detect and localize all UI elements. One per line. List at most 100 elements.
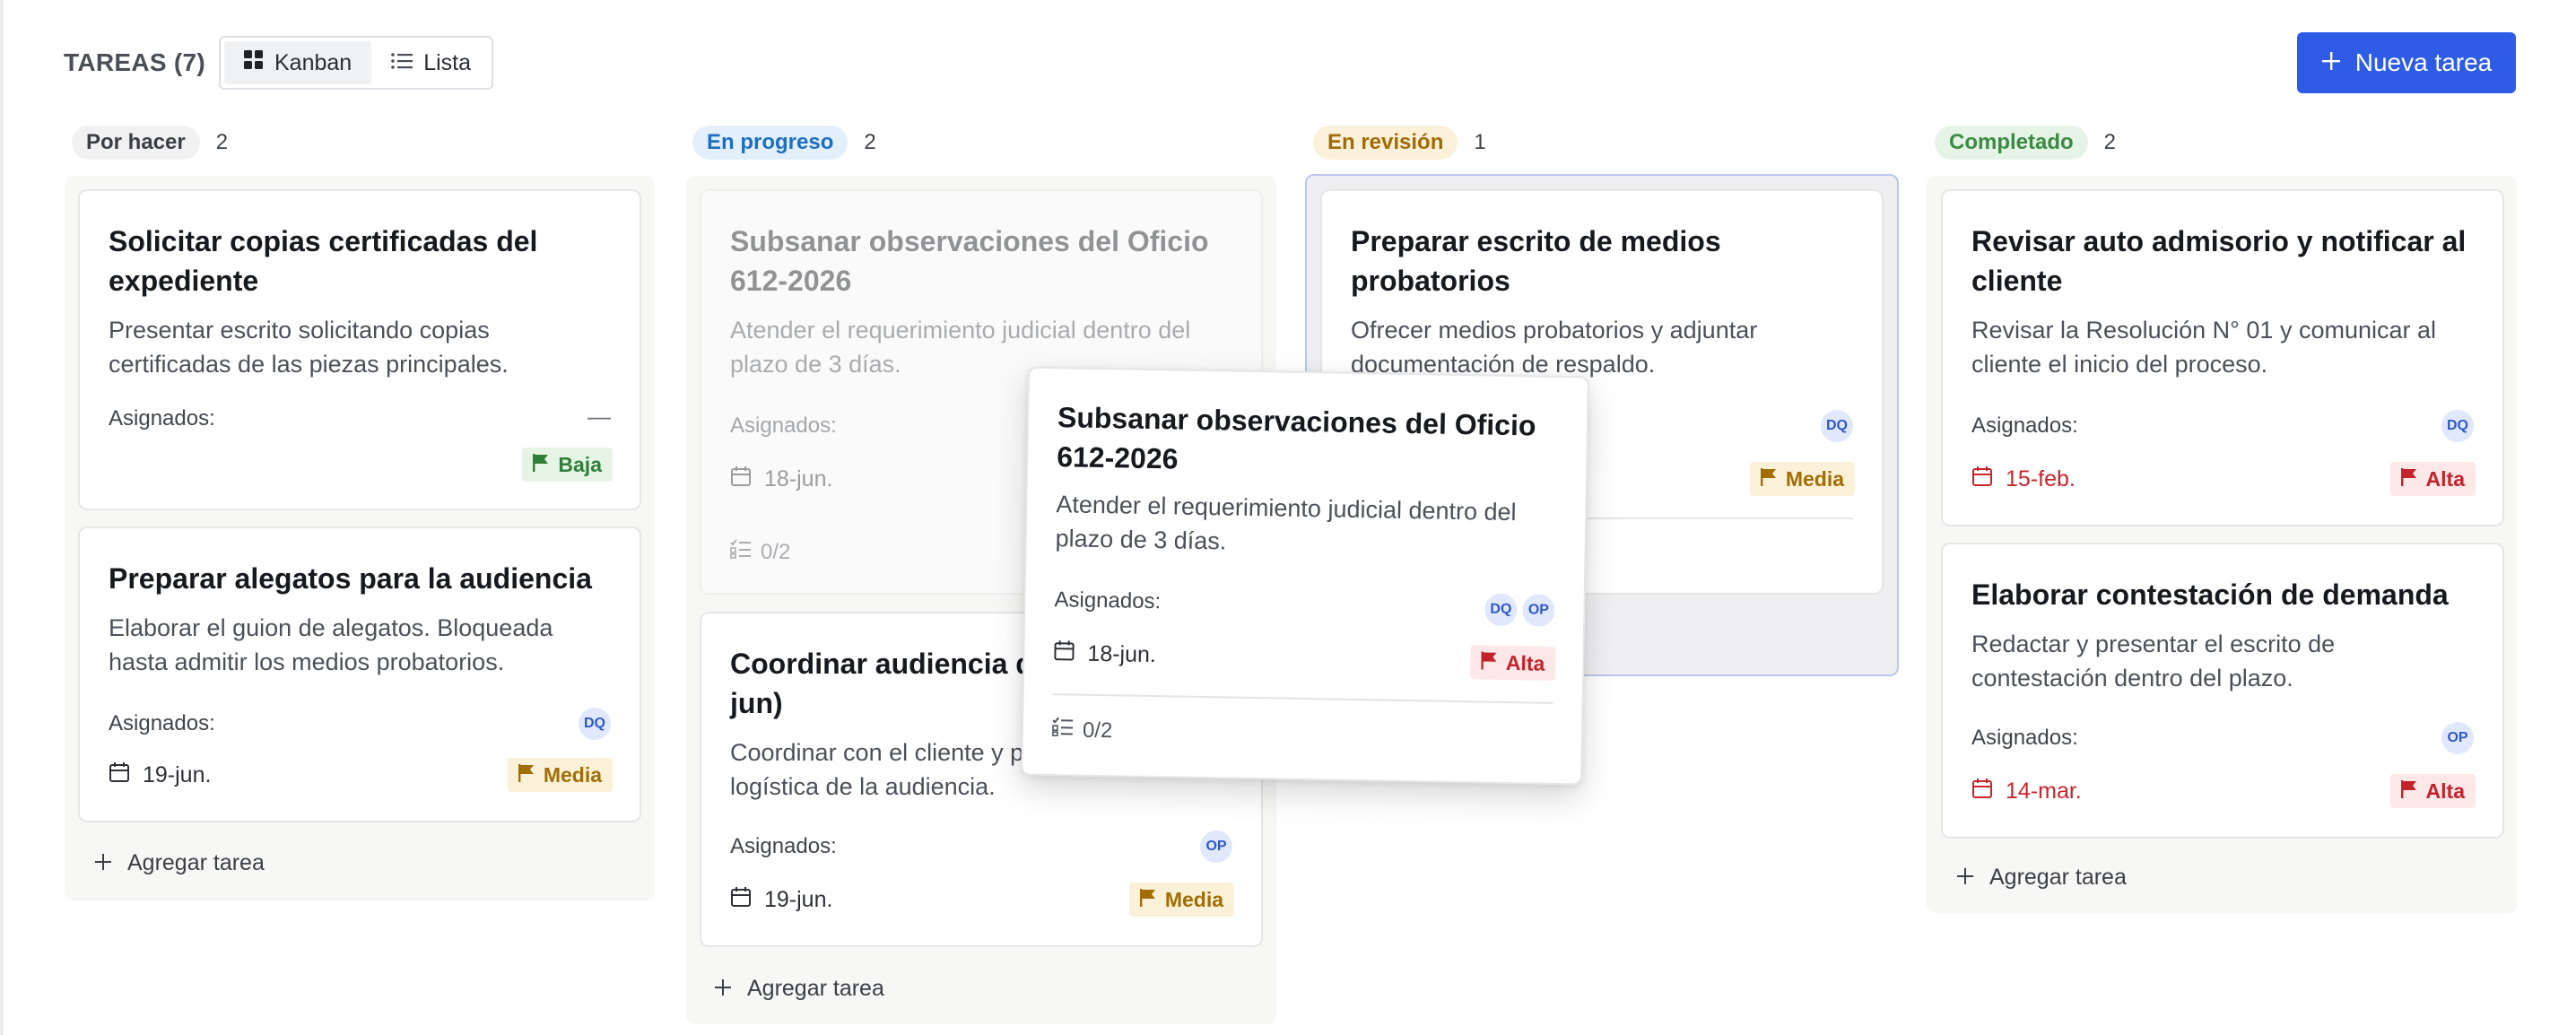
card-divider	[1052, 693, 1553, 704]
priority-label: Alta	[2425, 466, 2465, 491]
column-header-in-progress: En progreso 2	[692, 126, 876, 160]
task-card[interactable]: Revisar auto admisorio y notificar al cl…	[1941, 189, 2504, 526]
calendar-icon	[1053, 639, 1075, 667]
column-header-done: Completado 2	[1935, 126, 2116, 160]
due-date-text: 18-jun.	[764, 466, 833, 491]
avatar[interactable]: DQ	[2440, 408, 2476, 444]
assignee-avatars: DQ	[1819, 408, 1855, 444]
new-task-button[interactable]: Nueva tarea	[2297, 32, 2516, 93]
add-task-label: Agregar tarea	[747, 976, 884, 1001]
task-title: Revisar auto admisorio y notificar al cl…	[1971, 225, 2467, 297]
plus-icon	[715, 976, 731, 1002]
flag-icon	[1480, 650, 1497, 674]
assigned-label: Asignados:	[730, 413, 837, 438]
priority-badge[interactable]: Baja	[522, 448, 613, 482]
due-date: 19-jun.	[109, 761, 211, 789]
priority-badge[interactable]: Alta	[2389, 462, 2476, 496]
calendar-icon	[730, 465, 752, 493]
flag-icon	[533, 453, 549, 477]
checklist-progress: 0/2	[1052, 717, 1113, 744]
assigned-label: Asignados:	[730, 834, 837, 858]
add-task-button[interactable]: Agregar tarea	[715, 976, 884, 1002]
kanban-board: TAREAS (7) Kanban Lista Nueva tarea Por …	[0, 0, 2576, 1035]
priority-badge[interactable]: Media	[1128, 883, 1234, 917]
task-title: Preparar escrito de medios probatorios	[1351, 225, 1721, 297]
due-date-text: 19-jun.	[764, 887, 833, 912]
task-description: Ofrecer medios probatorios y adjuntar do…	[1351, 317, 1758, 378]
no-assignee: —	[587, 403, 611, 430]
assignee-avatars: OP	[1198, 829, 1234, 865]
view-list-button[interactable]: Lista	[371, 41, 491, 84]
assigned-label: Asignados:	[109, 711, 215, 735]
checklist-icon	[730, 539, 752, 565]
priority-label: Media	[1164, 887, 1223, 911]
due-date: 19-jun.	[730, 886, 832, 914]
checklist-count: 0/2	[761, 539, 791, 564]
grid-icon	[244, 49, 264, 76]
column-count: 1	[1474, 130, 1486, 154]
task-description: Revisar la Resolución N° 01 y comunicar …	[1971, 317, 2437, 378]
checklist-icon	[1052, 717, 1075, 743]
calendar-icon	[1971, 465, 1993, 493]
add-task-label: Agregar tarea	[1989, 865, 2127, 890]
assignee-avatars: OP	[2440, 720, 2476, 756]
flag-icon	[1760, 467, 1777, 491]
priority-badge[interactable]: Media	[507, 758, 613, 792]
task-card[interactable]: Preparar alegatos para la audiencia Elab…	[78, 526, 641, 822]
task-card[interactable]: Solicitar copias certificadas del expedi…	[78, 189, 641, 510]
flag-icon	[2400, 467, 2417, 491]
add-task-button[interactable]: Agregar tarea	[95, 850, 265, 876]
task-description: Atender el requerimiento judicial dentro…	[1055, 491, 1517, 555]
due-date: 18-jun.	[1053, 639, 1156, 669]
priority-label: Media	[1785, 466, 1844, 491]
column-status-pill: En progreso	[692, 126, 849, 160]
priority-label: Alta	[2425, 778, 2465, 803]
plus-icon	[1957, 865, 1973, 891]
view-toggle: Kanban Lista	[219, 36, 493, 90]
avatar[interactable]: OP	[1520, 592, 1557, 629]
task-title: Subsanar observaciones del Oficio 612-20…	[730, 225, 1209, 297]
new-task-label: Nueva tarea	[2354, 48, 2493, 76]
task-description: Presentar escrito solicitando copias cer…	[109, 317, 509, 378]
priority-badge[interactable]: Alta	[1469, 645, 1556, 681]
column-status-pill: Por hacer	[72, 126, 200, 160]
avatar[interactable]: DQ	[1483, 591, 1519, 629]
assignee-avatars: DQ OP	[1483, 591, 1557, 629]
priority-label: Media	[543, 762, 602, 787]
due-date-text: 15-feb.	[2006, 466, 2076, 491]
due-date-text: 18-jun.	[1087, 640, 1157, 668]
column-status-pill: Completado	[1935, 126, 2088, 160]
view-list-label: Lista	[423, 49, 472, 75]
plus-icon	[95, 850, 111, 876]
checklist-count: 0/2	[1082, 718, 1113, 743]
view-kanban-button[interactable]: Kanban	[224, 41, 372, 84]
flag-icon	[518, 763, 535, 787]
add-task-label: Agregar tarea	[127, 850, 265, 875]
avatar[interactable]: OP	[1198, 829, 1234, 865]
task-description: Redactar y presentar el escrito de conte…	[1971, 631, 2336, 691]
due-date-text: 14-mar.	[2006, 778, 2082, 804]
priority-badge[interactable]: Media	[1749, 462, 1855, 496]
due-date-text: 19-jun.	[143, 762, 212, 787]
add-task-button[interactable]: Agregar tarea	[1957, 865, 2127, 891]
avatar[interactable]: OP	[2440, 720, 2476, 756]
due-date: 14-mar.	[1971, 778, 2082, 805]
list-icon	[391, 50, 413, 76]
due-date: 18-jun.	[730, 465, 832, 493]
calendar-icon	[1971, 778, 1993, 805]
assigned-label: Asignados:	[1971, 726, 2078, 750]
column-status-pill: En revisión	[1313, 126, 1458, 160]
assigned-label: Asignados:	[109, 406, 215, 431]
dragging-task-card[interactable]: Subsanar observaciones del Oficio 612-20…	[1021, 366, 1589, 786]
column-count: 2	[2103, 130, 2117, 154]
priority-badge[interactable]: Alta	[2389, 774, 2476, 808]
column-count: 2	[864, 130, 876, 154]
avatar[interactable]: DQ	[1819, 408, 1855, 444]
calendar-icon	[730, 886, 752, 914]
priority-label: Alta	[1505, 650, 1545, 675]
task-title: Subsanar observaciones del Oficio 612-20…	[1056, 401, 1536, 475]
priority-label: Baja	[558, 452, 602, 476]
avatar[interactable]: DQ	[577, 706, 613, 742]
task-card[interactable]: Elaborar contestación de demanda Redacta…	[1941, 543, 2504, 839]
assignee-avatars: DQ	[577, 706, 613, 742]
